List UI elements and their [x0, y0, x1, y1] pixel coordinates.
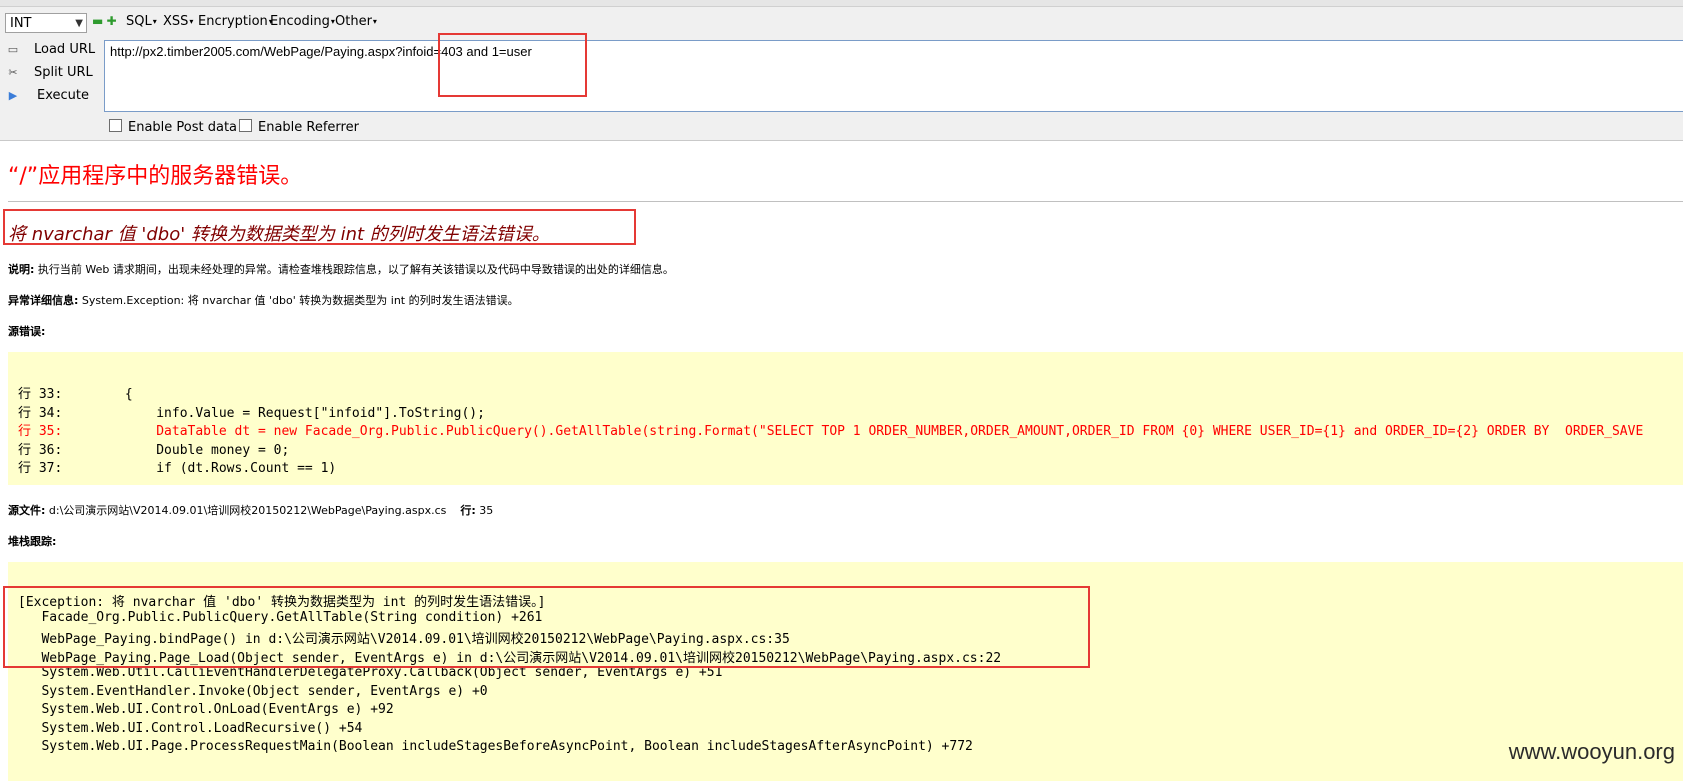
- type-select[interactable]: INT ▼: [5, 13, 87, 33]
- description: 说明: 执行当前 Web 请求期间，出现未经处理的异常。请检查堆栈跟踪信息，以了…: [8, 263, 674, 276]
- browser-top-strip: [0, 0, 1683, 7]
- menu-encryption[interactable]: Encryption▾: [198, 14, 273, 29]
- hackbar-toolbar: INT ▼ ▬ ✚ SQL▾ XSS▾ Encryption▾ Encoding…: [0, 0, 1683, 141]
- url-annotation-box: [438, 33, 587, 97]
- caret-icon: ▾: [189, 17, 194, 26]
- code-line: 行 36: Double money = 0;: [18, 443, 290, 458]
- caret-icon: ▾: [372, 17, 377, 26]
- split-url-button[interactable]: ✂ Split URL: [4, 63, 96, 83]
- exception-details: 异常详细信息: System.Exception: 将 nvarchar 值 '…: [8, 294, 519, 307]
- source-code-block: 行 33: { 行 34: info.Value = Request["info…: [8, 352, 1683, 485]
- chevron-down-icon: ▼: [75, 18, 83, 29]
- checkbox-box: [239, 119, 252, 132]
- stack-trace-heading: 堆栈跟踪:: [8, 535, 57, 548]
- stack-line: System.Web.UI.Control.OnLoad(EventArgs e…: [18, 702, 394, 717]
- type-select-value: INT: [10, 16, 32, 31]
- checkbox-box: [109, 119, 122, 132]
- load-url-icon: ▭: [7, 43, 19, 56]
- load-url-button[interactable]: ▭ Load URL: [4, 40, 96, 60]
- menu-sql[interactable]: SQL▾: [126, 14, 157, 29]
- play-icon: ▶: [8, 89, 18, 102]
- url-input[interactable]: http://px2.timber2005.com/WebPage/Paying…: [104, 40, 1683, 112]
- page-title: “/”应用程序中的服务器错误。: [8, 164, 303, 189]
- plus-icon[interactable]: ✚: [106, 15, 117, 27]
- scissors-icon: ✂: [8, 66, 18, 79]
- source-error-heading: 源错误:: [8, 325, 46, 338]
- stack-line: System.Web.UI.Page.ProcessRequestMain(Bo…: [18, 739, 973, 754]
- enable-referrer-checkbox[interactable]: Enable Referrer: [239, 119, 359, 135]
- stack-line: System.EventHandler.Invoke(Object sender…: [18, 684, 488, 699]
- watermark: www.wooyun.org: [1508, 739, 1675, 764]
- minus-icon[interactable]: ▬: [92, 15, 103, 27]
- code-line: 行 37: if (dt.Rows.Count == 1): [18, 461, 337, 476]
- menu-other[interactable]: Other▾: [335, 14, 377, 29]
- menu-encoding[interactable]: Encoding▾: [270, 14, 335, 29]
- error-annotation-box: [3, 209, 636, 245]
- stack-annotation-box: [3, 586, 1090, 668]
- code-line: 行 33: {: [18, 387, 133, 402]
- menu-xss[interactable]: XSS▾: [163, 14, 193, 29]
- code-line-error: 行 35: DataTable dt = new Facade_Org.Publ…: [18, 424, 1644, 439]
- code-line: 行 34: info.Value = Request["infoid"].ToS…: [18, 406, 485, 421]
- caret-icon: ▾: [152, 17, 157, 26]
- execute-button[interactable]: ▶ Execute: [4, 86, 96, 106]
- source-file: 源文件: d:\公司演示网站\V2014.09.01\培训网校20150212\…: [8, 504, 494, 517]
- divider: [8, 201, 1683, 202]
- stack-line: System.Web.UI.Control.LoadRecursive() +5…: [18, 721, 363, 736]
- enable-post-data-checkbox[interactable]: Enable Post data: [109, 119, 237, 135]
